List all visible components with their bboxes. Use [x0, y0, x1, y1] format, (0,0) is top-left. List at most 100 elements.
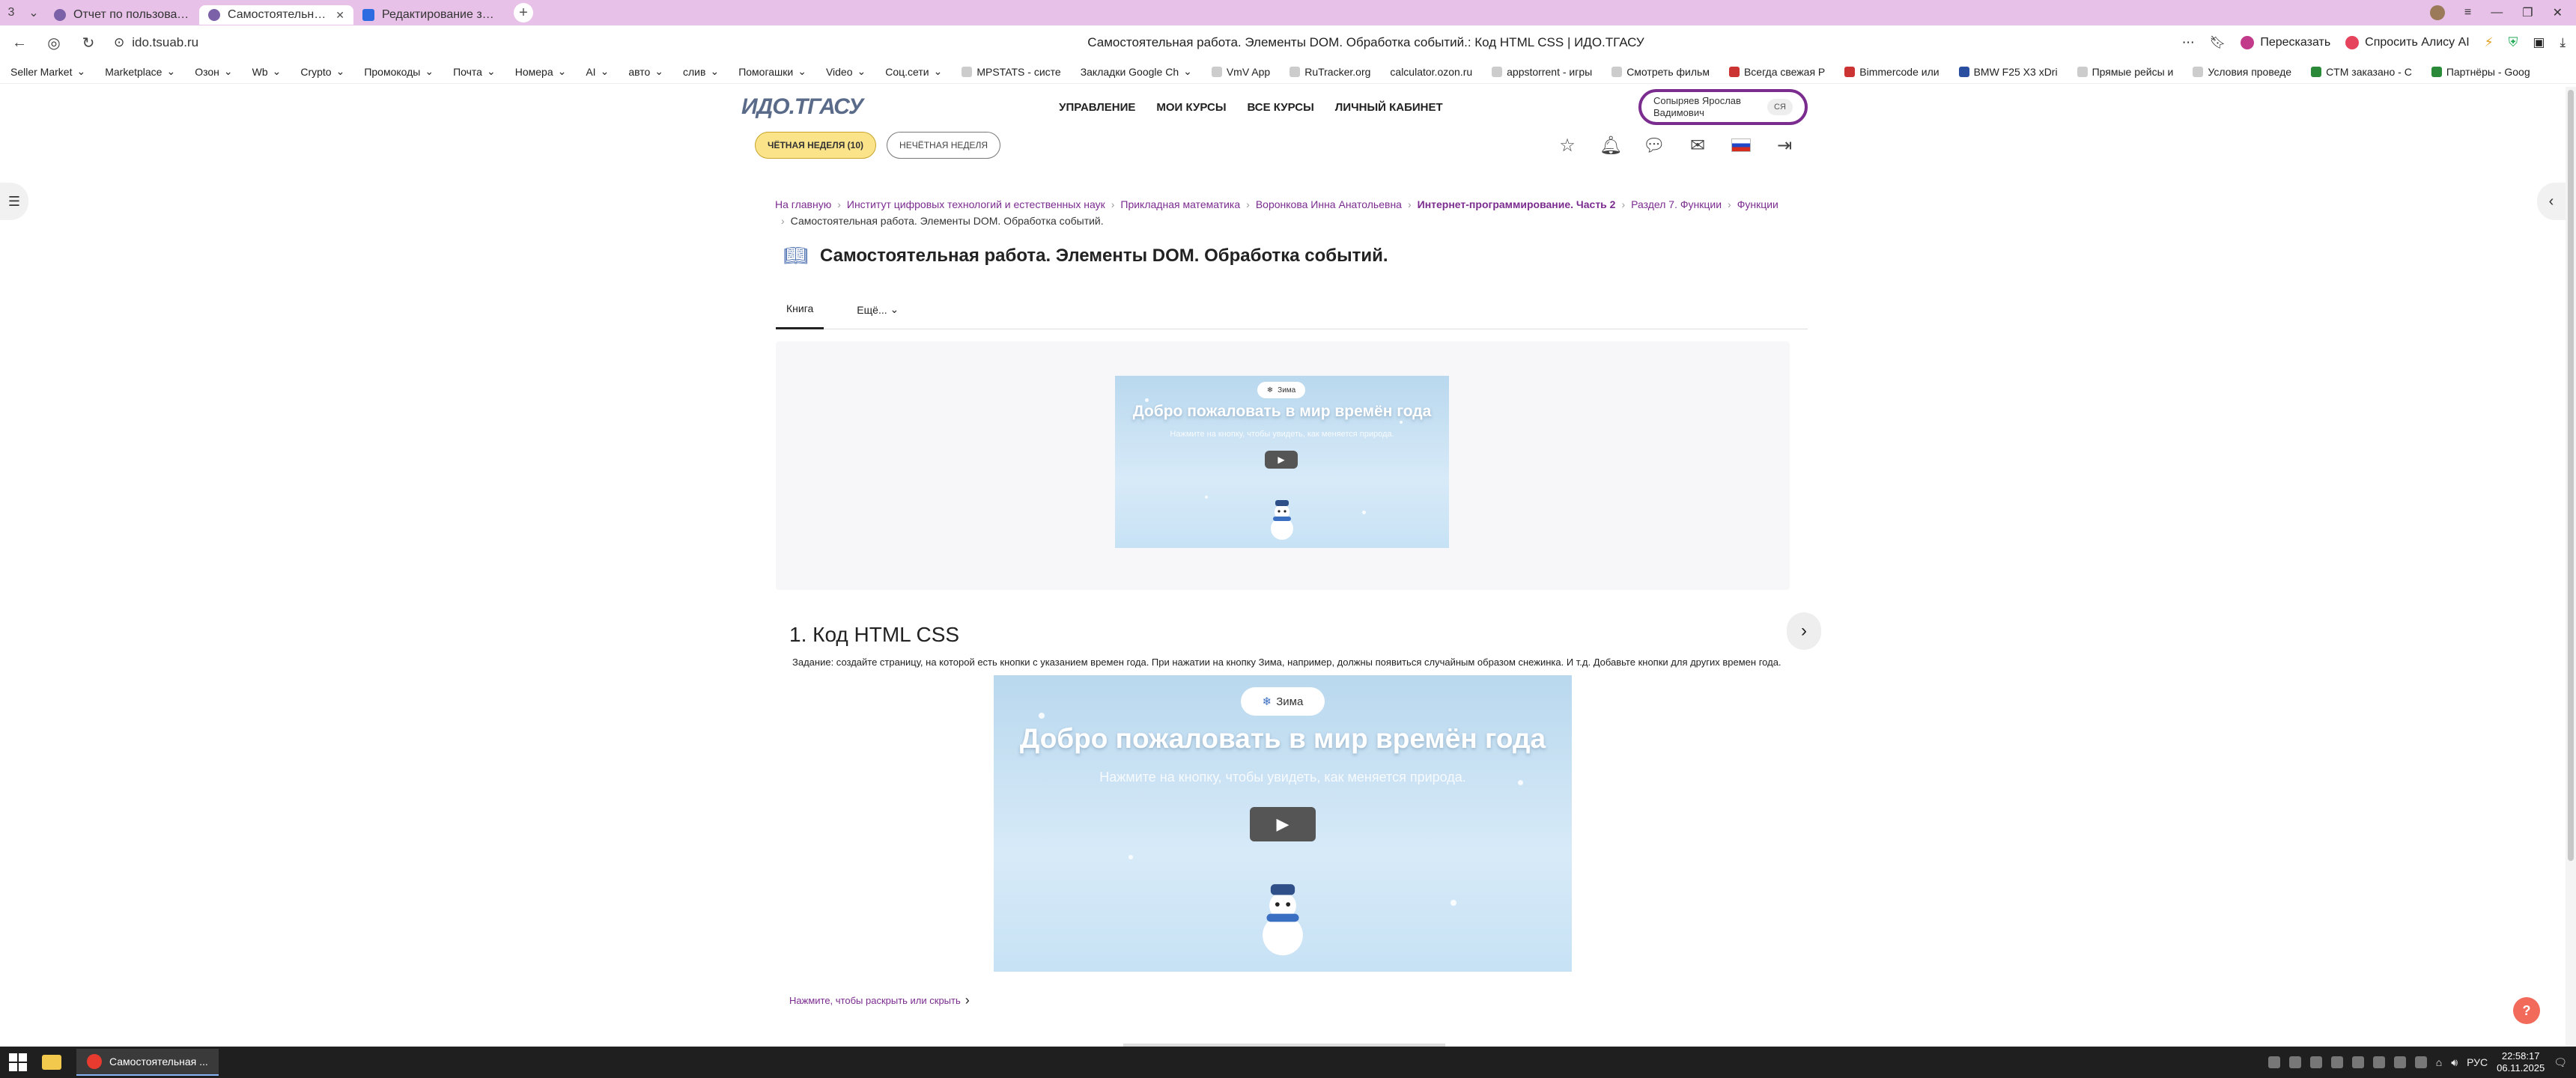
- bookmark-link[interactable]: Партнёры - Goog: [2431, 66, 2530, 78]
- retell-button[interactable]: Пересказать: [2241, 36, 2330, 49]
- back-icon[interactable]: ←: [10, 34, 28, 52]
- volume-icon[interactable]: 🔊︎: [2451, 1056, 2458, 1069]
- tray-icon[interactable]: [2330, 1056, 2343, 1068]
- help-button[interactable]: ?: [2513, 997, 2540, 1024]
- bookmark-folder[interactable]: Marketplace ⌄: [105, 65, 175, 78]
- tab-book[interactable]: Книга: [776, 290, 824, 329]
- new-tab-button[interactable]: +: [514, 3, 533, 22]
- breadcrumb-link[interactable]: На главную: [775, 198, 831, 210]
- even-week-button[interactable]: ЧЁТНАЯ НЕДЕЛЯ (10): [755, 132, 877, 159]
- nav-personal-account[interactable]: ЛИЧНЫЙ КАБИНЕТ: [1335, 101, 1443, 114]
- course-index-toggle[interactable]: ☰: [0, 183, 28, 220]
- nav-my-courses[interactable]: МОИ КУРСЫ: [1156, 101, 1226, 114]
- play-button[interactable]: ▶: [1250, 807, 1316, 841]
- bookmark-folder[interactable]: Video ⌄: [826, 65, 866, 78]
- chat-icon[interactable]: 💬︎: [1643, 135, 1665, 156]
- extension-icon[interactable]: ⚡: [2485, 35, 2494, 50]
- bookmark-folder[interactable]: AI ⌄: [586, 65, 609, 78]
- yandex-home-icon[interactable]: ◎: [45, 34, 63, 52]
- breadcrumb-link[interactable]: Интернет-программирование. Часть 2: [1418, 198, 1616, 210]
- expand-toggle-link[interactable]: Нажмите, чтобы раскрыть или скрыть ›: [789, 993, 970, 1008]
- tray-icon[interactable]: [2393, 1056, 2406, 1068]
- bookmark-folder[interactable]: Номера ⌄: [515, 65, 567, 78]
- collections-icon[interactable]: ▣: [2533, 35, 2545, 50]
- nav-management[interactable]: УПРАВЛЕНИЕ: [1059, 101, 1135, 114]
- network-icon[interactable]: ⌂: [2436, 1056, 2442, 1068]
- bell-icon[interactable]: 🔔︎: [1600, 135, 1622, 156]
- browser-tab-active[interactable]: Самостоятельная раб ✕: [199, 5, 353, 25]
- tab-more[interactable]: Ещё... ⌄: [846, 290, 909, 329]
- site-info-icon[interactable]: ⊙: [114, 35, 124, 50]
- play-button[interactable]: ▶: [1265, 451, 1298, 469]
- bookmark-link[interactable]: Закладки Google Ch ⌄: [1081, 65, 1192, 78]
- tray-icon[interactable]: [2372, 1056, 2385, 1068]
- winter-button[interactable]: ❄ Зима: [1257, 382, 1305, 398]
- tray-icon[interactable]: [2351, 1056, 2364, 1068]
- scrollbar-thumb[interactable]: [2568, 90, 2574, 861]
- bookmark-folder[interactable]: Crypto ⌄: [300, 65, 344, 78]
- language-indicator[interactable]: РУС: [2467, 1056, 2488, 1068]
- tray-icon[interactable]: [2288, 1056, 2301, 1068]
- bookmark-link[interactable]: Всегда свежая Р: [1728, 66, 1825, 78]
- url-field[interactable]: ⊙ ido.tsuab.ru: [114, 35, 803, 50]
- reload-icon[interactable]: ↻: [79, 34, 97, 52]
- bookmark-folder[interactable]: авто ⌄: [628, 65, 663, 78]
- file-explorer-icon[interactable]: [42, 1055, 61, 1070]
- next-section-button[interactable]: ›: [1787, 612, 1821, 650]
- breadcrumb-link[interactable]: Прикладная математика: [1120, 198, 1240, 210]
- bookmark-folder[interactable]: слив ⌄: [683, 65, 719, 78]
- mail-icon[interactable]: ✉: [1688, 135, 1707, 156]
- logout-icon[interactable]: ⇥: [1775, 135, 1794, 156]
- restore-icon[interactable]: ❐: [2522, 5, 2533, 20]
- site-logo[interactable]: ИДО.ТГАСУ: [741, 94, 863, 120]
- breadcrumb-link[interactable]: Институт цифровых технологий и естествен…: [847, 198, 1105, 210]
- tray-icon[interactable]: [2309, 1056, 2322, 1068]
- user-menu[interactable]: Сопыряев Ярослав Вадимович СЯ: [1638, 89, 1808, 125]
- bookmark-link[interactable]: RuTracker.org: [1289, 66, 1370, 78]
- breadcrumb-link[interactable]: Раздел 7. Функции: [1631, 198, 1722, 210]
- breadcrumb-link[interactable]: Функции: [1737, 198, 1778, 210]
- bookmark-link[interactable]: CTM заказано - C: [2311, 66, 2412, 78]
- download-icon[interactable]: ⤓: [2560, 35, 2566, 50]
- minimize-icon[interactable]: —: [2491, 6, 2503, 19]
- russia-flag-icon[interactable]: [1731, 138, 1751, 152]
- bookmark-link[interactable]: Прямые рейсы и: [2077, 66, 2173, 78]
- right-drawer-toggle[interactable]: ‹: [2537, 183, 2566, 220]
- taskbar-browser-item[interactable]: Самостоятельная ...: [76, 1049, 219, 1076]
- shield-icon[interactable]: ⛨: [2509, 35, 2518, 50]
- tray-icon[interactable]: [2267, 1056, 2280, 1068]
- bookmark-link[interactable]: MPSTATS - систе: [962, 66, 1061, 78]
- bookmark-folder[interactable]: Seller Market ⌄: [10, 65, 85, 78]
- bookmark-folder[interactable]: Озон ⌄: [195, 65, 232, 78]
- ask-alice-button[interactable]: Спросить Алису AI: [2345, 36, 2470, 49]
- bookmark-folder[interactable]: Промокоды ⌄: [364, 65, 434, 78]
- notifications-icon[interactable]: 🗨︎: [2554, 1056, 2567, 1069]
- tray-icon[interactable]: [2414, 1056, 2427, 1068]
- bookmark-folder[interactable]: Помогашки ⌄: [738, 65, 806, 78]
- browser-tab-order-edit[interactable]: Редактирование заказа .: [353, 5, 508, 25]
- bookmark-link[interactable]: calculator.ozon.ru: [1390, 66, 1472, 78]
- profile-avatar[interactable]: [2429, 5, 2445, 20]
- more-icon[interactable]: ⋯: [2182, 35, 2195, 50]
- bookmark-link[interactable]: Условия проведе: [2193, 66, 2291, 78]
- bookmark-link[interactable]: Bimmercode или: [1844, 66, 1939, 78]
- browser-tab-report[interactable]: Отчет по пользователю |: [45, 5, 199, 25]
- bookmark-link[interactable]: appstorrent - игры: [1492, 66, 1592, 78]
- bookmark-link[interactable]: BMW F25 X3 xDri: [1958, 66, 2058, 78]
- close-window-icon[interactable]: ✕: [2553, 5, 2563, 20]
- breadcrumb-link[interactable]: Воронкова Инна Анатольевна: [1256, 198, 1402, 210]
- bookmark-link[interactable]: VmV App: [1211, 66, 1270, 78]
- nav-all-courses[interactable]: ВСЕ КУРСЫ: [1248, 101, 1314, 114]
- bookmark-icon[interactable]: 🔖︎: [2210, 35, 2226, 50]
- winter-button[interactable]: ❄ Зима: [1241, 687, 1325, 716]
- close-tab-icon[interactable]: ✕: [335, 9, 344, 22]
- windows-start-icon[interactable]: [9, 1053, 27, 1071]
- bookmark-link[interactable]: Смотреть фильм: [1611, 66, 1710, 78]
- star-icon[interactable]: ☆: [1558, 135, 1577, 156]
- bookmark-folder[interactable]: Почта ⌄: [453, 65, 496, 78]
- menu-icon[interactable]: ≡: [2464, 6, 2471, 19]
- tab-count[interactable]: 3: [0, 0, 22, 25]
- tab-list-chevron-icon[interactable]: ⌄: [22, 0, 45, 25]
- clock[interactable]: 22:58:17 06.11.2025: [2497, 1050, 2545, 1074]
- odd-week-button[interactable]: НЕЧЁТНАЯ НЕДЕЛЯ: [887, 132, 1001, 159]
